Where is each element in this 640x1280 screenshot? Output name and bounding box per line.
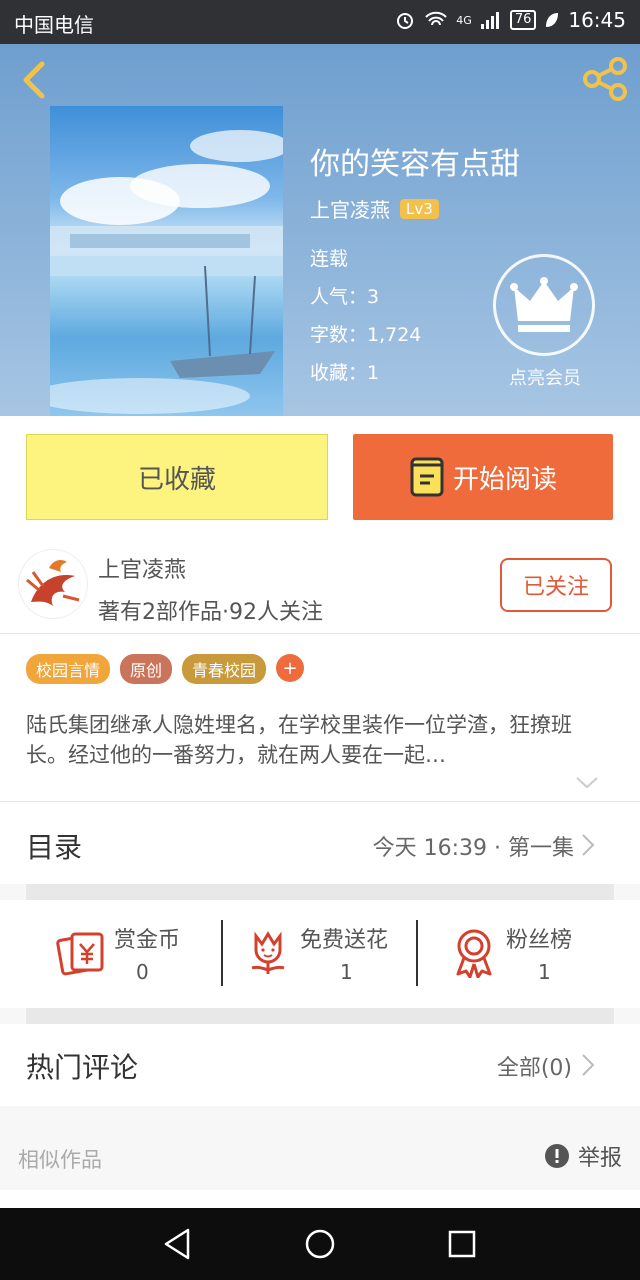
book-author[interactable]: 上官凌燕 <box>310 194 390 223</box>
tag-item[interactable]: 校园言情 <box>26 654 111 684</box>
clock: 16:45 <box>568 8 626 32</box>
similar-section-header: 相似作品 举报 <box>0 1106 640 1190</box>
tag-item[interactable]: 原创 <box>120 654 173 684</box>
rewards-row: 赏金币 0 免费送花 1 粉丝榜 1 <box>0 900 640 1008</box>
book-favorites: 收藏：1 <box>310 362 380 384</box>
separator <box>416 920 418 986</box>
nav-home-icon[interactable] <box>302 1226 338 1262</box>
avatar[interactable] <box>18 549 88 619</box>
vip-button[interactable] <box>493 254 595 356</box>
author-level-badge: Lv3 <box>400 198 439 219</box>
alarm-icon <box>397 13 414 29</box>
fan-ranking-label: 粉丝榜 <box>506 928 573 953</box>
author-stats: 著有2部作品·92人关注 <box>98 600 323 625</box>
crown-icon <box>510 277 578 332</box>
wifi-icon <box>425 11 447 26</box>
collected-button[interactable]: 已收藏 <box>26 434 328 520</box>
free-flower-button[interactable]: 免费送花 1 <box>242 920 432 990</box>
status-icons: 4G 76 16:45 <box>394 8 626 32</box>
section-divider <box>26 884 614 900</box>
battery-indicator: 76 <box>509 10 537 30</box>
leaf-icon <box>546 13 559 27</box>
book-word-count: 字数：1,724 <box>310 324 422 346</box>
similar-works-label: 相似作品 <box>18 1148 102 1172</box>
report-label: 举报 <box>577 1146 622 1171</box>
book-author-row: 上官凌燕 Lv3 <box>310 194 439 223</box>
chevron-left-icon <box>23 61 45 99</box>
tag-list: 校园言情 原创 青春校园 + <box>26 654 305 684</box>
follow-button[interactable]: 已关注 <box>500 558 612 612</box>
cover-illustration <box>50 130 283 414</box>
book-title: 你的笑容有点甜 <box>310 147 520 182</box>
system-nav-bar <box>0 1208 640 1280</box>
nav-recents-icon[interactable] <box>444 1226 480 1262</box>
back-button[interactable] <box>14 58 54 102</box>
warning-icon <box>544 1144 569 1168</box>
status-bar: 中国电信 4G 76 16:45 <box>0 0 640 44</box>
share-icon <box>583 57 627 101</box>
book-intro[interactable]: 陆氏集团继承人隐姓埋名，在学校里装作一位学渣，狂撩班长。经过他的一番努力，就在两… <box>26 710 601 770</box>
report-button[interactable]: 举报 <box>544 1140 622 1172</box>
reward-coin-icon <box>56 932 104 976</box>
carrier-label: 中国电信 <box>14 13 94 37</box>
share-button[interactable] <box>580 56 630 102</box>
hot-comments-row[interactable]: 热门评论 全部(0) <box>0 1024 640 1106</box>
catalog-row[interactable]: 目录 今天 16:39 · 第一集 <box>0 802 640 884</box>
chevron-right-icon <box>582 1054 595 1076</box>
intro-section: 校园言情 原创 青春校园 + 陆氏集团继承人隐姓埋名，在学校里装作一位学渣，狂撩… <box>0 634 640 802</box>
hot-comments-title: 热门评论 <box>26 1051 139 1084</box>
catalog-title: 目录 <box>26 831 83 864</box>
add-tag-button[interactable]: + <box>276 654 305 682</box>
flower-icon <box>251 931 285 974</box>
reward-coin-value: 0 <box>136 960 149 984</box>
chevron-down-icon[interactable] <box>574 772 600 792</box>
reward-coin-button[interactable]: 赏金币 0 <box>56 920 246 990</box>
separator <box>221 920 223 986</box>
author-card: 上官凌燕 著有2部作品·92人关注 已关注 <box>0 534 640 634</box>
all-comments-link[interactable]: 全部(0) <box>497 1050 572 1082</box>
book-header: 你的笑容有点甜 上官凌燕 Lv3 连载 人气：3 字数：1,724 收藏：1 点… <box>0 44 640 416</box>
start-reading-label: 开始阅读 <box>452 464 557 495</box>
action-row: 已收藏 开始阅读 <box>0 416 640 534</box>
book-status: 连载 <box>310 248 349 270</box>
signal-icon <box>480 12 499 29</box>
tag-item[interactable]: 青春校园 <box>182 654 267 684</box>
author-name[interactable]: 上官凌燕 <box>98 552 186 584</box>
fan-ranking-button[interactable]: 粉丝榜 1 <box>448 920 638 990</box>
similar-works-list <box>0 1190 640 1208</box>
reward-coin-label: 赏金币 <box>114 928 181 953</box>
free-flower-value: 1 <box>340 960 353 984</box>
book-cover[interactable] <box>50 106 283 416</box>
free-flower-label: 免费送花 <box>300 928 389 953</box>
book-popularity: 人气：3 <box>310 286 380 308</box>
nav-back-icon[interactable] <box>160 1226 196 1262</box>
vip-label: 点亮会员 <box>509 368 581 389</box>
fan-ranking-value: 1 <box>538 960 551 984</box>
chevron-right-icon <box>582 834 595 856</box>
phoenix-avatar-icon <box>26 560 80 606</box>
network-type: 4G <box>456 13 472 27</box>
book-icon <box>410 457 444 497</box>
catalog-latest: 今天 16:39 · 第一集 <box>372 836 574 861</box>
medal-icon <box>456 929 492 978</box>
start-reading-button[interactable]: 开始阅读 <box>353 434 613 520</box>
section-divider <box>26 1008 614 1024</box>
